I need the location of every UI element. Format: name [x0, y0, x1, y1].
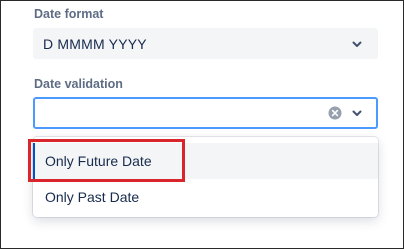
date-format-value: D MMMM YYYY: [43, 36, 147, 52]
date-validation-select[interactable]: [33, 97, 378, 129]
option-only-future-date[interactable]: Only Future Date: [33, 143, 378, 179]
option-only-past-date[interactable]: Only Past Date: [33, 179, 378, 215]
option-label: Only Future Date: [45, 153, 152, 169]
date-validation-label: Date validation: [34, 77, 123, 91]
date-format-select[interactable]: D MMMM YYYY: [33, 28, 378, 59]
option-focus-accent: [33, 143, 35, 179]
option-label: Only Past Date: [45, 189, 140, 205]
dialog-frame: Date format D MMMM YYYY Date validation …: [0, 0, 404, 249]
chevron-down-icon[interactable]: [350, 106, 364, 120]
date-validation-menu: Only Future Date Only Past Date: [33, 137, 378, 217]
indicator-separator: [348, 105, 349, 121]
clear-circle-icon[interactable]: [328, 106, 342, 120]
chevron-down-icon[interactable]: [350, 37, 364, 51]
date-format-label: Date format: [34, 7, 104, 21]
